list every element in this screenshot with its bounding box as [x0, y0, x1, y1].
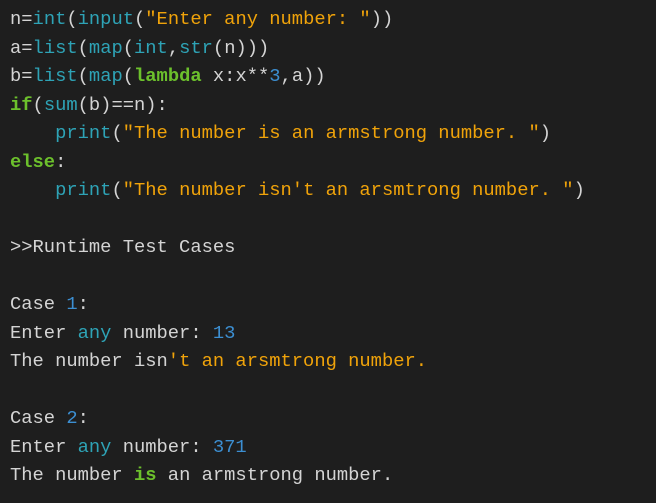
code-token: ( — [134, 8, 146, 30]
code-token: list — [32, 65, 78, 87]
code-token: any — [77, 321, 112, 344]
code-token: sum — [43, 93, 78, 116]
code-token: x:x** — [201, 65, 270, 87]
code-token: >>Runtime Test Cases — [10, 236, 236, 258]
code-line: if(sum(b)==n): — [10, 91, 585, 120]
code-token: str — [179, 36, 213, 59]
code-token: int — [32, 8, 67, 30]
code-token: ) — [539, 122, 552, 144]
code-token: )) — [370, 8, 394, 30]
code-token: : — [77, 407, 89, 429]
code-editor[interactable]: n=int(input("Enter any number: ")) a=list… — [10, 5, 585, 490]
code-line: n=int(input("Enter any number: ")) — [10, 5, 585, 34]
code-token: 2 — [66, 407, 78, 429]
code-token: : — [55, 150, 67, 173]
code-token: any — [77, 435, 112, 458]
code-line: The number isn't an arsmtrong number. — [10, 347, 585, 376]
code-token: a= — [10, 36, 33, 59]
code-token: 13 — [212, 321, 236, 344]
code-token: an armstrong number. — [156, 464, 394, 486]
code-token: 3 — [269, 65, 281, 87]
code-token: map — [88, 65, 123, 87]
code-token: ( — [77, 65, 89, 87]
code-token: n= — [10, 8, 33, 30]
code-token: Case — [10, 293, 67, 315]
code-token: ( — [77, 36, 89, 59]
code-token: "Enter any number: " — [145, 8, 371, 30]
code-token: Case — [10, 407, 67, 429]
code-token: if — [10, 93, 33, 116]
code-token: int — [134, 36, 168, 59]
code-token: print — [55, 122, 112, 144]
code-line: >>Runtime Test Cases — [10, 233, 585, 262]
code-token: The number isn — [10, 350, 168, 372]
code-token: : — [77, 293, 89, 315]
code-token: number: — [111, 321, 213, 344]
code-token: map — [88, 36, 123, 59]
code-token: (b)==n): — [77, 93, 168, 116]
code-line: a=list(map(int,str(n))) — [10, 34, 585, 63]
code-token: number: — [111, 435, 213, 458]
code-line: else: — [10, 148, 585, 177]
code-line: Case 2: — [10, 404, 585, 433]
code-token: "The number isn't an arsmtrong number. " — [122, 179, 574, 201]
code-token: list — [32, 36, 78, 59]
code-token: ,a)) — [280, 65, 326, 87]
code-token: input — [77, 8, 134, 30]
code-token: , — [167, 36, 180, 59]
code-token: print — [55, 179, 112, 201]
code-line: The number is an armstrong number. — [10, 461, 585, 490]
code-line: b=list(map(lambda x:x**3,a)) — [10, 62, 585, 91]
code-token: lambda — [134, 65, 202, 87]
code-token: Enter — [10, 435, 78, 458]
code-token: Enter — [10, 321, 78, 344]
code-token: 371 — [212, 435, 247, 458]
code-token: 1 — [66, 293, 78, 315]
code-token: ( — [122, 36, 135, 59]
code-token: ) — [573, 179, 585, 201]
code-token: (n))) — [212, 36, 270, 59]
code-token: ( — [122, 65, 135, 87]
code-line: Enter any number: 371 — [10, 433, 585, 462]
code-token: "The number is an armstrong number. " — [122, 122, 540, 144]
code-token: ( — [32, 93, 44, 116]
code-token: ( — [66, 8, 78, 30]
code-token: ( — [111, 179, 123, 201]
code-token: is — [133, 464, 157, 486]
code-line: Case 1: — [10, 290, 585, 319]
code-line: print("The number is an armstrong number… — [10, 119, 585, 148]
code-token: b= — [10, 65, 33, 87]
code-token: 't an arsmtrong number. — [167, 350, 428, 372]
code-token: else — [10, 150, 56, 173]
code-line: print("The number isn't an arsmtrong num… — [10, 176, 585, 205]
code-token: The number — [10, 464, 134, 486]
code-token: ( — [111, 122, 123, 144]
code-line: Enter any number: 13 — [10, 319, 585, 348]
